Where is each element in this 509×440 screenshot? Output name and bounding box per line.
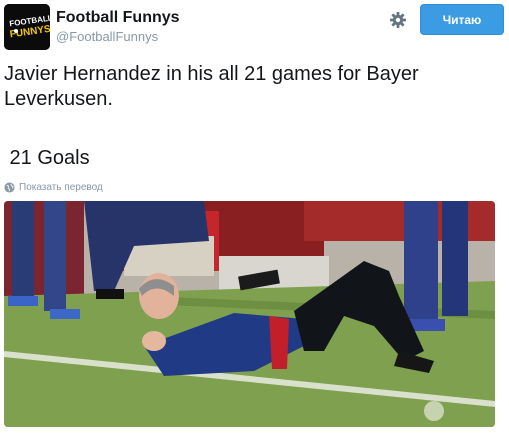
media-photo	[4, 201, 495, 427]
tweet-media-image[interactable]	[4, 201, 495, 427]
translate-label: Показать перевод	[19, 181, 103, 193]
account-name[interactable]: Football Funnys	[56, 9, 180, 27]
translate-link[interactable]: Показать перевод	[4, 180, 103, 194]
follow-button[interactable]: Читаю	[420, 4, 504, 35]
account-handle[interactable]: @FootballFunnys	[56, 29, 158, 44]
avatar[interactable]: FOOTBALL FUNNYS	[4, 4, 50, 50]
globe-icon	[4, 181, 15, 193]
tweet-header: FOOTBALL FUNNYS Football Funnys @Footbal…	[0, 0, 509, 58]
tweet-goals-line: 21 Goals	[4, 147, 90, 169]
football-funnys-logo: FOOTBALL FUNNYS	[4, 4, 50, 50]
gear-icon[interactable]	[388, 10, 408, 30]
tweet-text: Javier Hernandez in his all 21 games for…	[4, 63, 425, 110]
